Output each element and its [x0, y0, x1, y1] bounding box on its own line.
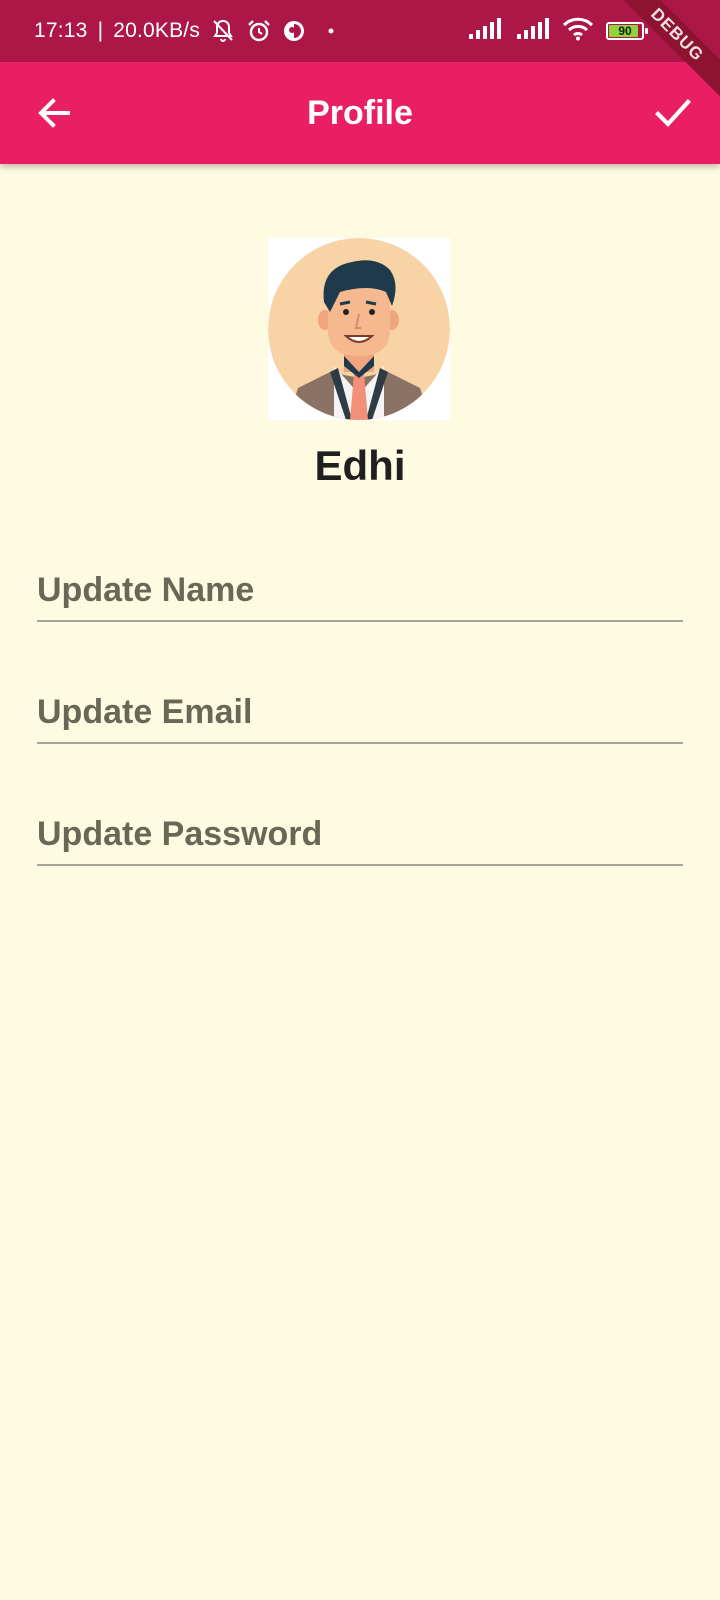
check-icon	[655, 99, 691, 128]
battery-level: 90	[618, 24, 632, 38]
update-password-input[interactable]	[37, 804, 683, 864]
signal-icon	[468, 17, 504, 45]
app-notification-icon	[282, 19, 306, 43]
signal-icon	[516, 17, 550, 45]
wifi-icon	[562, 17, 594, 46]
update-name-input[interactable]	[37, 560, 683, 620]
status-separator: |	[97, 19, 104, 42]
save-button[interactable]	[652, 92, 694, 134]
user-name: Edhi	[314, 442, 406, 489]
avatar-illustration	[268, 238, 450, 420]
page-title: Profile	[307, 93, 413, 132]
status-bar: 17:13 | 20.0KB/s 90	[0, 0, 720, 62]
name-field	[37, 560, 683, 622]
battery-icon: 90	[606, 22, 648, 40]
battery-nub	[645, 28, 648, 34]
avatar[interactable]	[268, 238, 450, 420]
status-time: 17:13	[34, 19, 88, 42]
alarm-icon	[246, 18, 272, 44]
email-field	[37, 682, 683, 744]
password-field	[37, 804, 683, 866]
status-left: 17:13 | 20.0KB/s	[34, 0, 334, 62]
mute-bell-icon	[210, 18, 236, 44]
dot-icon	[328, 28, 334, 34]
update-email-input[interactable]	[37, 682, 683, 742]
status-right: 90	[468, 0, 648, 62]
app-bar: Profile	[0, 62, 720, 164]
status-net-speed: 20.0KB/s	[113, 19, 201, 42]
